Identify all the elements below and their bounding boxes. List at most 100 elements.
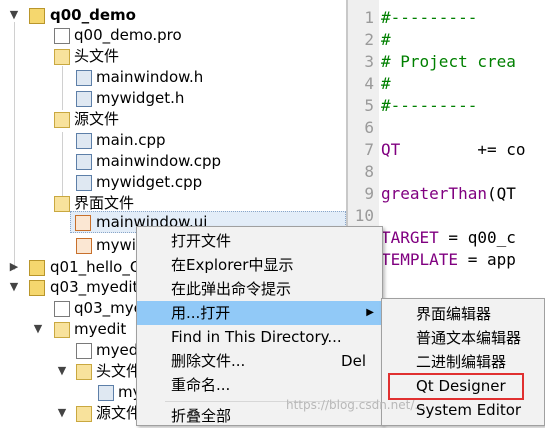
line-number: 1: [364, 8, 374, 27]
code-line: TARGET = q00_c: [381, 228, 516, 247]
tree-item-label: q00_demo.pro: [74, 26, 182, 44]
line-number: 6: [364, 118, 374, 137]
header-file-icon: [98, 385, 114, 401]
menu-item-label: 普通文本编辑器: [416, 329, 522, 347]
menu-item-delete-file[interactable]: 删除文件... Del: [137, 349, 382, 373]
line-number: 4: [364, 74, 374, 93]
qt-project-icon: [29, 280, 45, 296]
context-menu: 打开文件 在Explorer中显示 在此弹出命令提示 用...打开 ▶ Find …: [136, 226, 383, 426]
source-folder-icon: [54, 112, 70, 128]
tree-item-label: mainwindow.cpp: [96, 152, 222, 170]
code-line: #: [381, 74, 391, 93]
line-number: 2: [364, 30, 374, 49]
menu-item-label: 界面编辑器: [416, 305, 492, 323]
tree-item-label: 源文件: [96, 404, 142, 422]
chevron-down-icon[interactable]: ▼: [32, 318, 44, 340]
tree-item-label: 头文件: [96, 362, 142, 380]
code-token: += co: [400, 140, 526, 159]
code-token: (QT: [486, 184, 516, 203]
forms-folder-icon: [54, 196, 70, 212]
code-token: greaterThan: [381, 184, 487, 203]
code-line: greaterThan(QT: [381, 184, 516, 203]
tree-item-label: myedit: [74, 320, 127, 338]
tree-item-label: mywidget.cpp: [96, 173, 203, 191]
tree-item-pro-file[interactable]: q00_demo.pro: [0, 24, 346, 46]
code-line: # Project crea: [381, 52, 516, 71]
qt-project-icon: [29, 260, 45, 276]
menu-item-form-editor[interactable]: 界面编辑器: [382, 302, 544, 326]
chevron-down-icon[interactable]: ▼: [8, 276, 20, 298]
file-icon: [76, 343, 92, 359]
source-file-icon: [76, 133, 92, 149]
menu-item-open-command-prompt[interactable]: 在此弹出命令提示: [137, 277, 382, 301]
tree-item-main-cpp[interactable]: main.cpp: [0, 129, 346, 151]
menu-item-label: Find in This Directory...: [171, 328, 342, 346]
tree-item-mainwindow-cpp[interactable]: mainwindow.cpp: [0, 150, 346, 172]
menu-item-label: System Editor: [416, 401, 522, 419]
tree-item-mywidget-h[interactable]: mywidget.h: [0, 87, 346, 109]
menu-item-plain-text-editor[interactable]: 普通文本编辑器: [382, 326, 544, 350]
code-line: #---------: [381, 96, 478, 115]
tree-item-sources-folder[interactable]: 源文件: [0, 108, 346, 130]
header-folder-icon: [54, 49, 70, 65]
tree-item-label: q01_hello_Q: [50, 258, 142, 276]
ui-form-icon: [76, 238, 92, 254]
tree-item-label: q03_mye: [74, 299, 143, 317]
tree-item-mainwindow-h[interactable]: mainwindow.h: [0, 66, 346, 88]
code-token: QT: [381, 140, 401, 159]
tree-item-label: mainwindow.h: [96, 68, 204, 86]
menu-item-rename[interactable]: 重命名...: [137, 373, 382, 397]
menu-item-label: 删除文件...: [171, 352, 246, 370]
menu-item-label: 折叠全部: [171, 407, 232, 425]
menu-item-show-in-explorer[interactable]: 在Explorer中显示: [137, 253, 382, 277]
menu-item-label: 打开文件: [171, 232, 232, 250]
chevron-down-icon[interactable]: ▼: [56, 360, 68, 382]
code-line: #---------: [381, 8, 478, 27]
line-number: 8: [364, 162, 374, 181]
menu-item-open-with[interactable]: 用...打开 ▶: [137, 301, 382, 325]
tree-item-label: main.cpp: [96, 131, 166, 149]
menu-item-label: 二进制编辑器: [416, 353, 507, 371]
menu-item-label: 用...打开: [171, 304, 231, 322]
line-number: 9: [364, 184, 374, 203]
source-folder-icon: [76, 406, 92, 422]
shortcut-label: Del: [341, 352, 366, 370]
folder-icon: [54, 322, 70, 338]
code-token: TARGET: [381, 228, 439, 247]
code-token: = app: [458, 250, 516, 269]
header-file-icon: [76, 91, 92, 107]
highlight-annotation-box: [388, 373, 524, 400]
line-number: 7: [364, 140, 374, 159]
watermark-text: https://blog.csdn.net/...: [286, 398, 426, 412]
tree-item-label: 源文件: [74, 110, 120, 128]
code-line: QT += co: [381, 140, 526, 159]
tree-item-label: mywi: [96, 236, 136, 254]
source-file-icon: [76, 154, 92, 170]
menu-item-label: 在Explorer中显示: [171, 256, 294, 274]
line-number: 3: [364, 52, 374, 71]
code-line: TEMPLATE = app: [381, 250, 516, 269]
chevron-right-icon[interactable]: ▶: [8, 256, 20, 278]
submenu-arrow-icon: ▶: [366, 307, 374, 318]
tree-item-headers-folder[interactable]: 头文件: [0, 45, 346, 67]
qt-project-icon: [29, 8, 45, 24]
menu-item-open-file[interactable]: 打开文件: [137, 229, 382, 253]
source-file-icon: [76, 175, 92, 191]
line-number: 10: [354, 206, 374, 225]
chevron-down-icon[interactable]: ▼: [56, 402, 68, 424]
tree-item-label: q03_myedit: [50, 278, 139, 296]
menu-item-find-in-directory[interactable]: Find in This Directory...: [137, 325, 382, 349]
tree-item-label: q00_demo: [50, 6, 136, 24]
tree-item-label: 头文件: [74, 47, 120, 65]
code-line: #: [381, 30, 391, 49]
tree-item-q00-demo[interactable]: ▼ q00_demo: [0, 4, 346, 26]
code-token: #: [381, 52, 391, 71]
menu-item-label: 在此弹出命令提示: [171, 280, 292, 298]
file-icon: [54, 28, 70, 44]
header-folder-icon: [76, 364, 92, 380]
tree-item-label: myed: [96, 341, 139, 359]
menu-item-binary-editor[interactable]: 二进制编辑器: [382, 350, 544, 374]
header-file-icon: [76, 70, 92, 86]
tree-item-mywidget-cpp[interactable]: mywidget.cpp: [0, 171, 346, 193]
chevron-down-icon[interactable]: ▼: [8, 4, 20, 26]
